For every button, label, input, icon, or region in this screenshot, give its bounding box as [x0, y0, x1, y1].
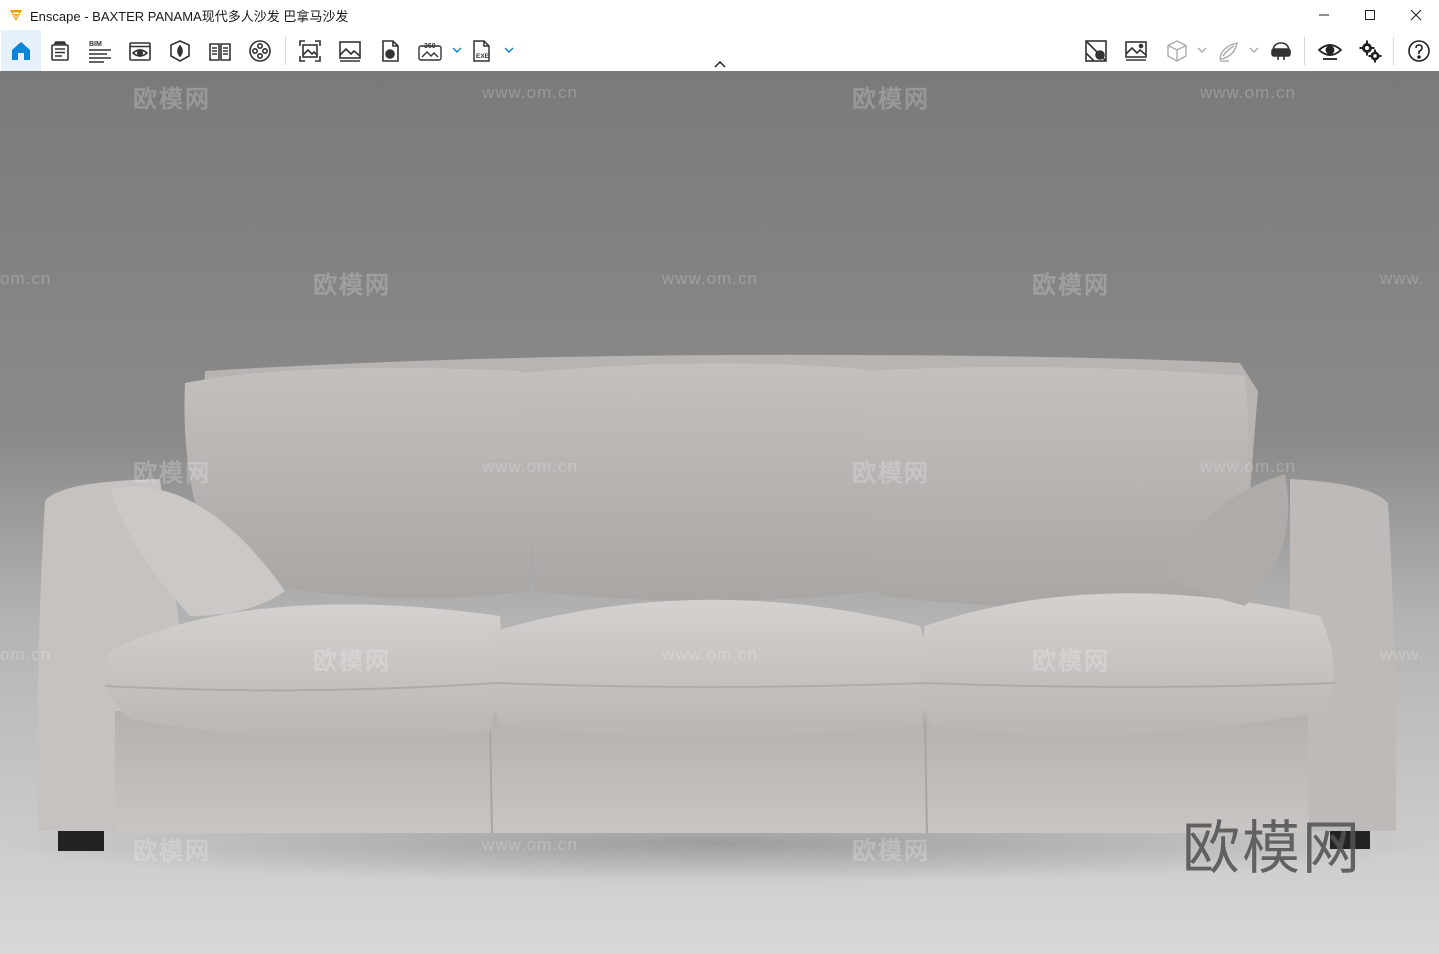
watermark-url: www.om.cn [482, 835, 578, 854]
batch-render-icon [339, 40, 361, 62]
asset-library-icon [51, 40, 69, 61]
cube-dropdown[interactable] [1196, 42, 1208, 58]
window-title: Enscape - BAXTER PANAMA现代多人沙发 巴拿马沙发 [30, 8, 349, 24]
watermark-brand: 欧模网 [852, 460, 930, 487]
export-exe-button[interactable]: EXE [462, 30, 502, 71]
watermark-url: www.om.cn [662, 269, 758, 288]
view-management-icon [1125, 40, 1147, 61]
material-editor-button[interactable] [160, 30, 200, 71]
home-icon [12, 41, 30, 60]
watermark-url: om.cn [0, 645, 52, 664]
help-button[interactable] [1399, 30, 1439, 71]
panorama-360-button[interactable]: 360 [410, 30, 450, 71]
upload-icon [382, 39, 399, 62]
settings-button[interactable] [1350, 30, 1390, 71]
views-button[interactable] [1076, 30, 1116, 71]
watermark-url: www.om.cn [1200, 83, 1296, 102]
vr-headset-icon [1271, 41, 1291, 60]
vr-headset-button[interactable] [1261, 30, 1301, 71]
video-editor-icon [249, 39, 271, 62]
watermark-brand: 欧模网 [1032, 648, 1110, 675]
asset-library-button[interactable] [40, 30, 80, 71]
render-viewport[interactable]: 欧模网 www.om.cn 欧模网 www.om.cn om.cn 欧模网 ww… [0, 71, 1439, 954]
book-icon [209, 42, 231, 61]
chevron-up-icon [714, 60, 726, 68]
watermark-url: www.om.cn [482, 457, 578, 476]
screenshot-icon [299, 39, 321, 62]
seat-cushion-right [921, 593, 1334, 736]
sketch-button[interactable] [1209, 30, 1249, 71]
watermark-brand: 欧模网 [852, 838, 930, 865]
title-bar: Enscape - BAXTER PANAMA现代多人沙发 巴拿马沙发 [0, 0, 1439, 30]
watermark-brand: 欧模网 [852, 86, 930, 113]
collapse-toolbar-button[interactable] [710, 57, 730, 71]
watermark-brand: 欧模网 [313, 648, 391, 675]
batch-render-button[interactable] [330, 30, 370, 71]
watermark-url: www. [1380, 645, 1425, 664]
maximize-icon [1365, 10, 1375, 20]
chevron-down-icon [504, 47, 514, 53]
cube-icon [1167, 39, 1187, 62]
watermark-url: www.om.cn [662, 645, 758, 664]
bim-icon: BIM [89, 41, 111, 63]
settings-icon [1359, 40, 1382, 62]
visual-settings-icon [129, 41, 151, 61]
watermark-url: www.om.cn [482, 83, 578, 102]
maximize-button[interactable] [1347, 0, 1393, 30]
visual-settings-button[interactable] [120, 30, 160, 71]
cube-button[interactable] [1157, 30, 1197, 71]
sketch-dropdown[interactable] [1248, 42, 1260, 58]
toolbar-separator [1393, 37, 1394, 65]
watermark-brand: 欧模网 [133, 460, 211, 487]
screenshot-button[interactable] [290, 30, 330, 71]
seat-cushion-middle [491, 599, 928, 736]
svg-text:EXE: EXE [476, 53, 490, 60]
toolbar-separator [285, 37, 286, 65]
chevron-down-icon [1249, 47, 1259, 53]
panorama-360-icon: 360 [418, 43, 442, 61]
watermark-brand: 欧模网 [313, 272, 391, 299]
view-management-button[interactable] [1116, 30, 1156, 71]
help-icon [1408, 39, 1430, 62]
minimize-button[interactable] [1301, 0, 1347, 30]
enscape-logo-icon [10, 10, 22, 21]
watermark-url: om.cn [0, 269, 52, 288]
home-button[interactable] [1, 30, 41, 71]
chevron-down-icon [452, 47, 462, 53]
watermark-brand: 欧模网 [133, 86, 211, 113]
brand-logo-watermark: 欧模网 [1182, 814, 1363, 882]
toolbar-separator [1304, 37, 1305, 65]
watermark-url: www. [1380, 269, 1425, 288]
export-dropdown[interactable] [503, 42, 515, 58]
watermark-brand: 欧模网 [133, 838, 211, 865]
svg-text:BIM: BIM [89, 41, 102, 48]
eye-button[interactable] [1310, 30, 1350, 71]
export-exe-icon: EXE [473, 39, 490, 62]
video-editor-button[interactable] [240, 30, 280, 71]
material-editor-icon [170, 39, 190, 62]
watermark-brand: 欧模网 [1032, 272, 1110, 299]
bim-button[interactable]: BIM [80, 30, 120, 71]
upload-button[interactable] [370, 30, 410, 71]
chevron-down-icon [1197, 47, 1207, 53]
close-icon [1410, 9, 1422, 21]
watermark-url: www.om.cn [1200, 457, 1296, 476]
minimize-icon [1319, 14, 1329, 16]
sketch-icon [1219, 41, 1238, 62]
back-cushion-middle [520, 363, 883, 601]
book-button[interactable] [200, 30, 240, 71]
eye-icon [1318, 43, 1342, 60]
views-icon [1085, 39, 1107, 62]
close-button[interactable] [1393, 0, 1439, 30]
